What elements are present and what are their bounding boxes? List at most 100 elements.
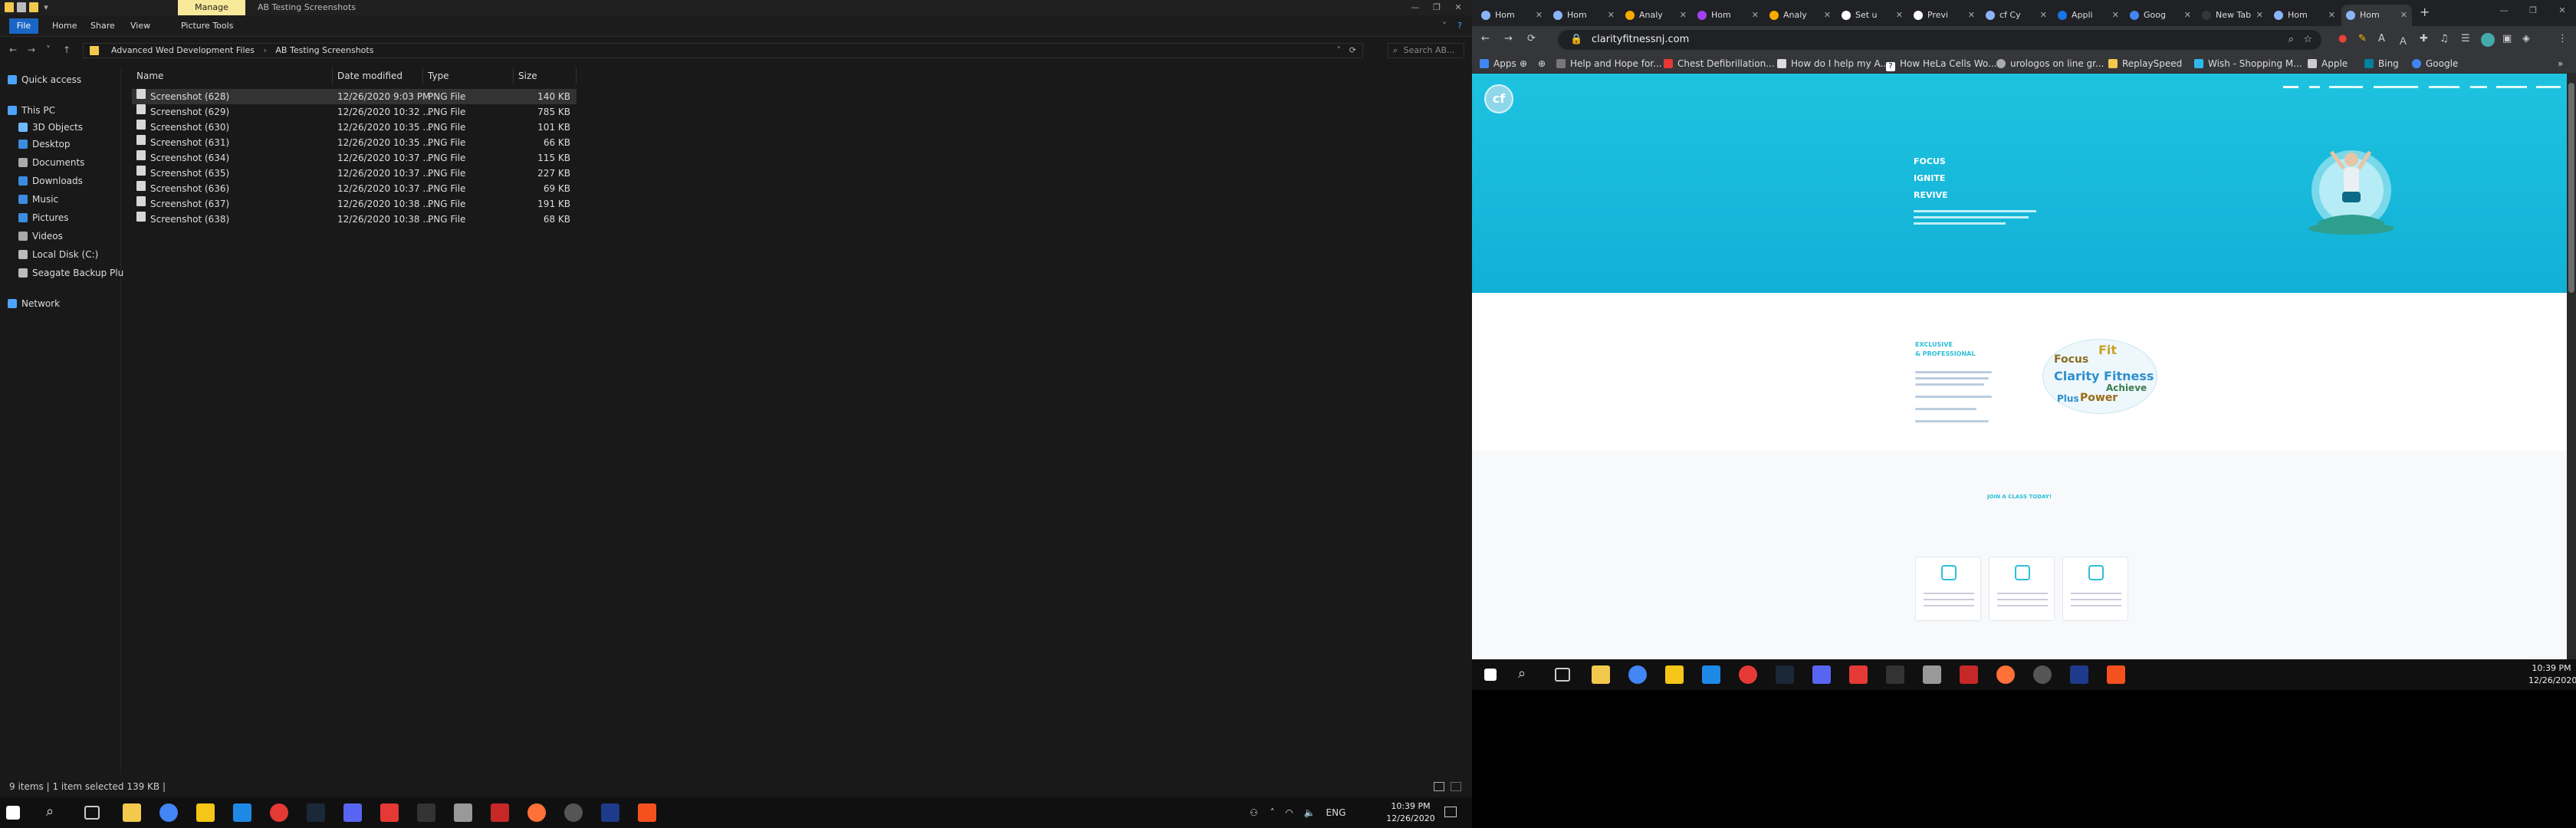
bookmark-help-and-hope[interactable]: Help and Hope for... (1556, 54, 1662, 74)
nav-quick-access[interactable]: Quick access (8, 72, 81, 87)
bookmark-how-do-i-help[interactable]: How do I help my A... (1777, 54, 1889, 74)
close-tab-icon[interactable]: ✕ (2040, 5, 2047, 26)
browser-tab[interactable]: Hom ✕ (2269, 5, 2340, 26)
nav-music[interactable]: Music (18, 192, 58, 207)
column-type[interactable]: Type (423, 67, 514, 84)
reload-icon[interactable]: ⟳ (1527, 33, 1536, 44)
tab-file[interactable]: File (9, 18, 38, 34)
maximize-icon[interactable]: ❐ (2527, 5, 2539, 17)
bookmark-hela-cells[interactable]: ? How HeLa Cells Wo... (1886, 54, 1997, 74)
column-name[interactable]: Name (132, 67, 333, 84)
app-icon[interactable] (233, 803, 251, 822)
browser-tab[interactable]: Set u ✕ (1837, 5, 1907, 26)
close-tab-icon[interactable]: ✕ (1824, 5, 1831, 26)
close-tab-icon[interactable]: ✕ (2112, 5, 2119, 26)
new-tab-button[interactable]: + (2420, 5, 2430, 19)
t-app-icon[interactable] (270, 803, 288, 822)
flash-icon[interactable] (380, 803, 399, 822)
bookmark-wish[interactable]: Wish - Shopping M... (2194, 54, 2302, 74)
photoshop-icon[interactable] (601, 803, 619, 822)
maximize-icon[interactable]: ❐ (1431, 2, 1443, 14)
steam-icon[interactable] (307, 803, 325, 822)
extension-icon[interactable]: Ａ (2398, 33, 2408, 48)
bookmark-apple[interactable]: Apple (2308, 54, 2348, 74)
app-icon[interactable] (1923, 665, 1941, 684)
close-tab-icon[interactable]: ✕ (1968, 5, 1975, 26)
wifi-icon[interactable]: ◠ (1285, 807, 1293, 818)
refresh-icon[interactable]: ⟳ (1349, 44, 1356, 58)
discord-icon[interactable] (1812, 665, 1831, 684)
class-card[interactable] (1915, 557, 1981, 621)
more-bookmarks-icon[interactable]: » (2558, 54, 2563, 74)
nav-network[interactable]: Network (8, 296, 60, 311)
address-bar[interactable]: Advanced Wed Development Files › AB Test… (83, 43, 1363, 58)
nav-desktop[interactable]: Desktop (18, 136, 71, 152)
volume-icon[interactable]: 🔈 (1304, 807, 1316, 818)
chrome-icon[interactable] (159, 803, 178, 822)
rockstar-icon[interactable] (196, 803, 215, 822)
browser-tab[interactable]: Analy ✕ (1765, 5, 1835, 26)
help-icon[interactable]: ? (1454, 20, 1466, 32)
tab-view[interactable]: View (130, 20, 150, 32)
game-icon[interactable] (417, 803, 435, 822)
nav-link[interactable] (2470, 86, 2487, 88)
extension-icon[interactable]: ✎ (2358, 33, 2367, 44)
nav-seagate[interactable]: Seagate Backup Plu (18, 265, 123, 281)
search-icon[interactable]: ⌕ (2288, 30, 2294, 50)
nav-link[interactable] (2283, 86, 2298, 88)
photoshop-icon[interactable] (2070, 665, 2088, 684)
nav-link[interactable] (2309, 86, 2320, 88)
class-card[interactable] (2062, 557, 2128, 621)
breadcrumb-current[interactable]: AB Testing Screenshots (275, 45, 373, 55)
chevron-down-icon[interactable]: ˅ (1337, 44, 1342, 58)
recent-locations-icon[interactable]: ˅ (46, 44, 51, 55)
close-tab-icon[interactable]: ✕ (1680, 5, 1687, 26)
address-bar[interactable]: 🔒 clarityfitnessnj.com ⌕ ☆ (1558, 30, 2321, 50)
windows-start-icon[interactable] (1484, 669, 1497, 681)
bookmark-bing[interactable]: Bing (2364, 54, 2399, 74)
browser-tab[interactable]: Hom ✕ (1549, 5, 1619, 26)
nav-downloads[interactable]: Downloads (18, 173, 83, 189)
nav-documents[interactable]: Documents (18, 155, 84, 170)
bookmark-chest-defibrillation[interactable]: Chest Defibrillation... (1664, 54, 1775, 74)
discord-icon[interactable] (343, 803, 362, 822)
windows-start-icon[interactable] (6, 806, 20, 820)
back-icon[interactable]: ← (9, 44, 17, 55)
nav-link[interactable] (2329, 86, 2363, 88)
bookmark-replayspeed[interactable]: ReplaySpeed (2108, 54, 2182, 74)
extension-icon[interactable]: A (2378, 33, 2385, 44)
extensions-puzzle-icon[interactable]: ✚ (2420, 33, 2428, 44)
app-icon[interactable] (564, 803, 583, 822)
xampp-icon[interactable] (638, 803, 656, 822)
close-icon[interactable]: ✕ (1452, 2, 1464, 14)
nav-link[interactable] (2536, 86, 2561, 88)
file-row[interactable]: Screenshot (631) 12/26/2020 10:35 ... PNG … (132, 135, 577, 150)
close-tab-icon[interactable]: ✕ (2184, 5, 2191, 26)
browser-tab[interactable]: Previ ✕ (1909, 5, 1980, 26)
nav-link[interactable] (2429, 86, 2459, 88)
close-tab-icon[interactable]: ✕ (2328, 5, 2335, 26)
nav-pictures[interactable]: Pictures (18, 210, 69, 225)
globe-icon[interactable]: ⊕ (1520, 54, 1527, 74)
class-card[interactable] (1989, 557, 2055, 621)
search-icon[interactable]: ⌕ (46, 803, 64, 822)
nav-this-pc[interactable]: This PC (8, 103, 55, 118)
url-text[interactable]: clarityfitnessnj.com (1592, 34, 1689, 45)
file-row[interactable]: Screenshot (634) 12/26/2020 10:37 ... PNG … (132, 150, 577, 166)
file-row[interactable]: Screenshot (628) 12/26/2020 9:03 PM PNG Fi… (132, 89, 577, 104)
reading-list-icon[interactable]: ☰ (2461, 33, 2470, 44)
extension-icon[interactable]: ● (2338, 33, 2347, 44)
task-view-icon[interactable] (84, 806, 100, 820)
extension-icon[interactable]: ▣ (2502, 33, 2512, 44)
rockstar-icon[interactable] (1665, 665, 1684, 684)
menu-icon[interactable]: ⋮ (2558, 33, 2568, 44)
t-app-icon[interactable] (1739, 665, 1757, 684)
task-view-icon[interactable] (1555, 668, 1570, 682)
close-icon[interactable]: ✕ (2556, 5, 2568, 17)
nav-videos[interactable]: Videos (18, 228, 63, 244)
breadcrumb-parent[interactable]: Advanced Wed Development Files (111, 45, 255, 55)
people-icon[interactable]: ⚇ (1250, 807, 1258, 818)
notification-icon[interactable] (1444, 807, 1457, 817)
close-tab-icon[interactable]: ✕ (1752, 5, 1759, 26)
tab-home[interactable]: Home (52, 20, 77, 32)
